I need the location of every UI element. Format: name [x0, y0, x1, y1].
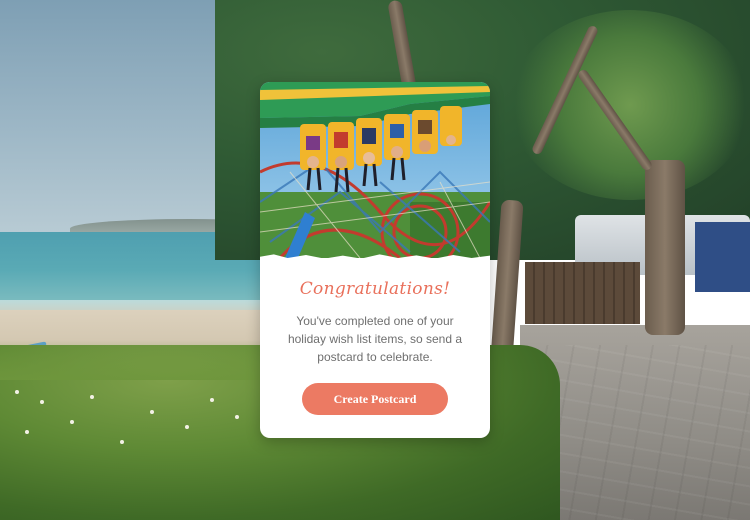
wooden-fence — [525, 262, 640, 324]
flower — [25, 430, 29, 434]
flower — [40, 400, 44, 404]
sunlit-foliage — [510, 10, 750, 200]
flower — [15, 390, 19, 394]
grass-edge — [0, 340, 300, 380]
flower — [70, 420, 74, 424]
flower — [210, 398, 214, 402]
modal-message: You've completed one of your holiday wis… — [287, 314, 463, 364]
caravan-awning — [695, 222, 750, 292]
create-postcard-button[interactable]: Create Postcard — [302, 383, 448, 415]
tree-trunk — [645, 160, 685, 335]
flower — [185, 425, 189, 429]
roller-coaster-image — [260, 82, 490, 258]
modal-title: Congratulations! — [299, 279, 451, 299]
flower — [120, 440, 124, 444]
flower — [150, 410, 154, 414]
flower — [235, 415, 239, 419]
flower — [90, 395, 94, 399]
congratulations-modal: Congratulations! You've completed one of… — [260, 82, 490, 438]
